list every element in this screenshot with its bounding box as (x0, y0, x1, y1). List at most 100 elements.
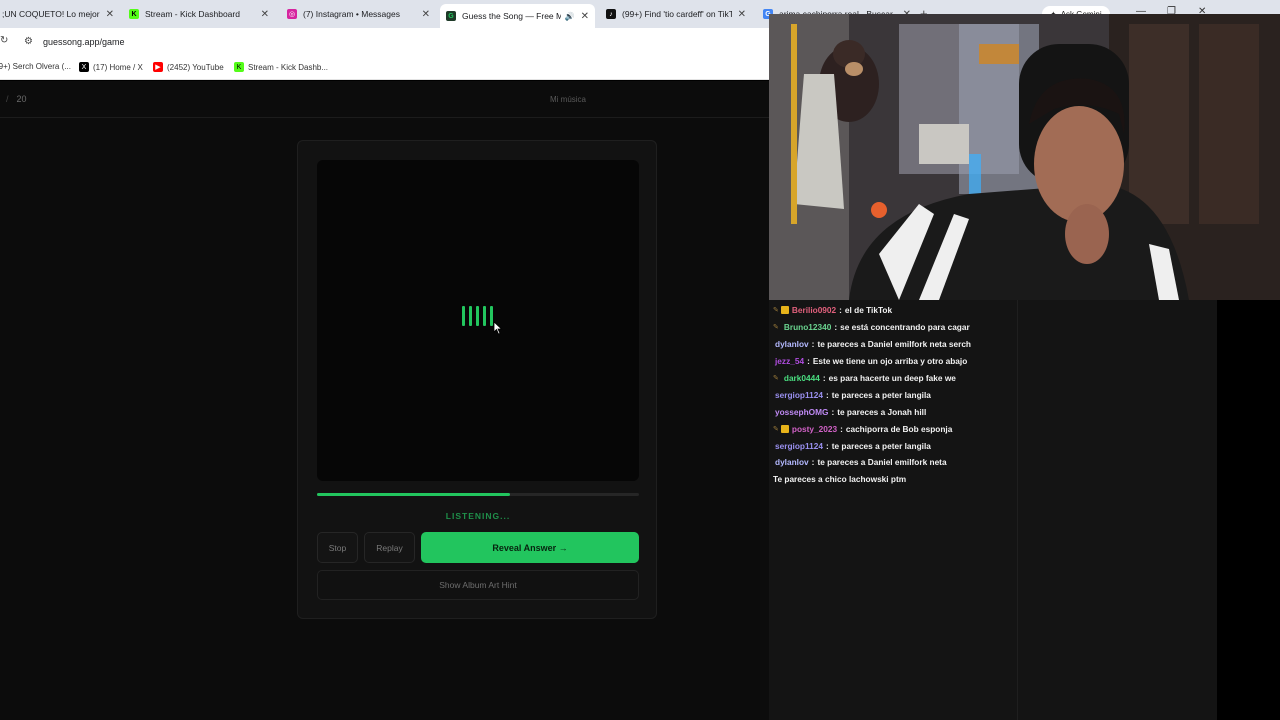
chat-message: sergiop1124: te pareces a peter langila (773, 437, 1033, 454)
sword-badge-icon: ✎ (773, 375, 779, 382)
round-counter: / 20 (6, 94, 27, 104)
chat-colon: : (811, 457, 815, 468)
sword-badge-icon: ✎ (773, 324, 779, 332)
game-card: LISTENING... Stop Replay Reveal Answer →… (297, 140, 657, 619)
chat-text: te pareces a Daniel emilfork neta (817, 457, 947, 468)
webcam-image (769, 14, 1280, 300)
chat-badges: ✎ (773, 374, 781, 382)
bookmark-label: (9+) Serch Olvera (... (0, 62, 71, 71)
bookmark-label: (17) Home / X (93, 62, 143, 72)
kick-icon: K (234, 62, 244, 72)
youtube-icon: ▶ (153, 62, 163, 72)
tab-1[interactable]: K Stream - Kick Dashboard ✕ (123, 4, 275, 24)
reveal-answer-button[interactable]: Reveal Answer → (421, 532, 639, 563)
bookmark-x[interactable]: X (17) Home / X (79, 62, 143, 72)
chat-message: yossephOMG: te pareces a Jonah hill (773, 403, 1033, 420)
chat-colon: : (807, 356, 810, 367)
chat-username[interactable]: jezz_54 (775, 356, 804, 366)
chat-username[interactable]: sergiop1124 (775, 390, 823, 400)
chat-text: te pareces a peter langila (831, 440, 931, 451)
tab-title: Guess the Song — Free Mu (462, 11, 561, 21)
chat-badges: ✎ (773, 424, 789, 433)
mouse-cursor-icon (493, 321, 503, 335)
bookmark-serch[interactable]: (9+) Serch Olvera (... (0, 62, 71, 71)
chat-colon: : (825, 389, 829, 400)
chat-message: dylanlov: te pareces a Daniel emilfork ne… (773, 336, 1033, 353)
close-tab-icon[interactable]: ✕ (261, 9, 269, 20)
chat-text: es para hacerte un deep fake we (828, 373, 956, 383)
subscriber-badge-icon (780, 424, 789, 433)
chat-username[interactable]: dark0444 (784, 373, 820, 383)
subscriber-badge-icon (780, 306, 789, 315)
close-tab-icon[interactable]: ✕ (581, 11, 589, 22)
chat-message: Te pareces a chico lachowski ptm (773, 471, 1033, 488)
instagram-icon: ◎ (287, 9, 297, 19)
tab-4[interactable]: ♪ (99+) Find 'tio cardeff' on TikTok ✕ (600, 4, 752, 24)
bookmark-label: Stream - Kick Dashb... (248, 62, 329, 72)
right-black-bar (1217, 300, 1280, 720)
playback-progress-bar (317, 493, 639, 496)
kick-icon: K (129, 9, 139, 19)
chat-colon: : (831, 406, 835, 417)
guessong-icon: G (446, 11, 456, 21)
tab-3-active[interactable]: G Guess the Song — Free Mu 🔊 ✕ (440, 4, 595, 28)
close-tab-icon[interactable]: ✕ (106, 9, 114, 20)
listening-status: LISTENING... (445, 511, 511, 521)
playback-progress-fill (317, 493, 511, 496)
tab-0[interactable]: ;UN COQUETO! Lo mejor ✕ (0, 4, 120, 24)
tab-title: ;UN COQUETO! Lo mejor (2, 9, 100, 19)
sword-badge-icon: ✎ (773, 425, 779, 433)
chat-colon: : (840, 423, 843, 434)
chat-text: Este we tiene un ojo arriba y otro abajo (812, 356, 968, 367)
chat-username[interactable]: dylanlov (775, 457, 809, 467)
url-field[interactable]: guessong.app/game (43, 37, 125, 47)
site-settings-icon[interactable]: ⚙ (24, 36, 33, 47)
chat-username[interactable]: dylanlov (775, 339, 809, 349)
chat-message: jezz_54: Este we tiene un ojo arriba y ot… (773, 353, 1033, 370)
replay-button[interactable]: Replay (364, 532, 415, 563)
reload-icon[interactable]: ↻ (0, 35, 8, 46)
game-header: / 20 Mi música (0, 81, 770, 118)
tab-title: (99+) Find 'tio cardeff' on TikTok (622, 9, 732, 19)
tiktok-icon: ♪ (606, 9, 616, 19)
chat-message: ✎ Bruno12340: se está concentrando para ca… (773, 319, 1033, 336)
chat-text: te pareces a peter langila (831, 389, 931, 400)
chat-text: se está concentrando para cagar (840, 322, 970, 333)
chat-list: ✎ Berilio0902: el de TikTok ✎ Bruno12340: se … (773, 302, 1033, 488)
chat-message: ✎ Berilio0902: el de TikTok (773, 302, 1033, 319)
chat-badges: ✎ (773, 306, 789, 315)
bookmark-youtube[interactable]: ▶ (2452) YouTube (153, 62, 224, 72)
close-tab-icon[interactable]: ✕ (422, 9, 430, 20)
chat-text: te pareces a Jonah hill (837, 406, 927, 417)
tab-2[interactable]: ◎ (7) Instagram • Messages ✕ (281, 4, 436, 24)
round-separator: / (6, 94, 9, 104)
chat-badges: ✎ (773, 323, 781, 331)
album-art-area (317, 160, 639, 481)
chat-colon: : (834, 322, 838, 333)
close-tab-icon[interactable]: ✕ (738, 9, 746, 20)
chat-text: te pareces a Daniel emilfork neta serch (817, 339, 972, 350)
chat-message: ✎ posty_2023: cachiporra de Bob esponja (773, 420, 1033, 437)
stop-button[interactable]: Stop (317, 532, 358, 563)
album-art-hint-button[interactable]: Show Album Art Hint (317, 570, 639, 600)
chat-colon: : (825, 440, 829, 451)
tab-title: Stream - Kick Dashboard (145, 9, 240, 19)
chat-username[interactable]: yossephOMG (775, 407, 828, 417)
bookmark-kick[interactable]: K Stream - Kick Dashb... (234, 62, 328, 72)
game-page: /20 Mi música LISTENING... Stop Replay R… (0, 81, 770, 720)
chat-message: ✎ dark0444: es para hacerte un deep fake w… (773, 370, 1033, 387)
chat-colon: : (822, 373, 826, 383)
chat-message: dylanlov: te pareces a Daniel emilfork ne… (773, 454, 1033, 471)
chat-username[interactable]: posty_2023 (792, 424, 837, 434)
my-music-link[interactable]: Mi música (550, 95, 586, 104)
x-icon: X (79, 62, 89, 72)
round-total: 20 (16, 94, 27, 104)
bookmark-label: (2452) YouTube (167, 62, 224, 72)
tab-title: (7) Instagram • Messages (303, 9, 400, 19)
chat-username[interactable]: sergiop1124 (775, 441, 823, 451)
chat-username[interactable]: Berilio0902 (792, 305, 836, 315)
speaker-icon[interactable]: 🔊 (565, 12, 575, 21)
sword-badge-icon: ✎ (773, 307, 779, 315)
chat-username[interactable]: Bruno12340 (784, 322, 832, 332)
chat-text: el de TikTok (844, 305, 893, 316)
